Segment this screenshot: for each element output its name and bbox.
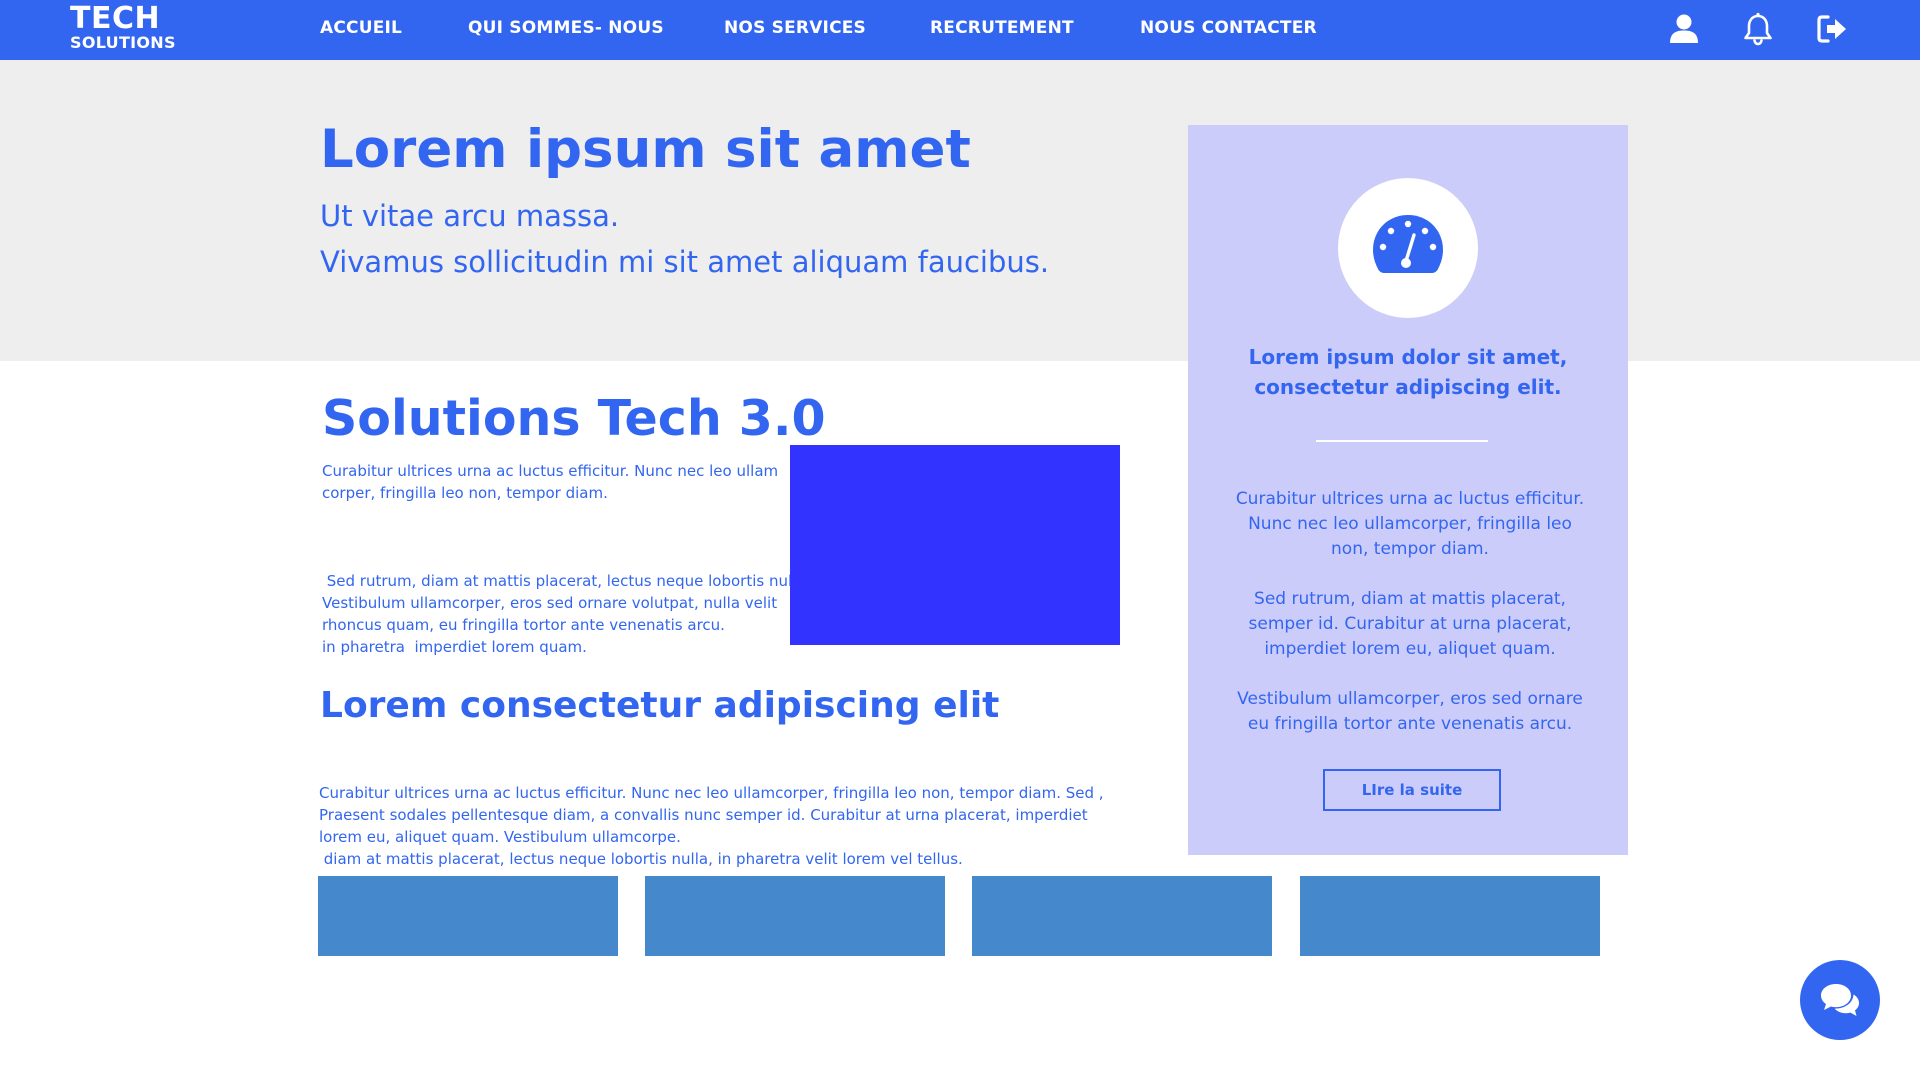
paragraph-line: Curabitur ultrices urna ac luctus effici… bbox=[319, 784, 1104, 802]
card-paragraph-line: Sed rutrum, diam at mattis placerat, bbox=[1254, 589, 1566, 609]
paragraph-line: Curabitur ultrices urna ac luctus effici… bbox=[322, 462, 779, 480]
card-paragraph-line: eu fringilla tortor ante venenatis arcu. bbox=[1247, 714, 1573, 734]
paragraph-line: diam at mattis placerat, lectus neque lo… bbox=[319, 850, 963, 868]
nav-item-recrutement[interactable]: RECRUTEMENT bbox=[930, 18, 1074, 38]
nav-item-nous-contacter[interactable]: NOUS CONTACTER bbox=[1140, 18, 1317, 38]
nav-item-accueil[interactable]: ACCUEIL bbox=[320, 18, 402, 38]
paragraph-line: in pharetra imperdiet lorem quam. bbox=[322, 638, 587, 656]
feature-tile[interactable] bbox=[1300, 876, 1600, 956]
hero-title: Lorem ipsum sit amet bbox=[320, 119, 971, 180]
hero-subtitle: Ut vitae arcu massa. Vivamus sollicitudi… bbox=[320, 193, 1049, 285]
logo-title: TECH bbox=[70, 1, 161, 36]
card-paragraph: Sed rutrum, diam at mattis placerat, sem… bbox=[1228, 587, 1592, 662]
card-paragraph-line: Vestibulum ullamcorper, eros sed ornare bbox=[1237, 689, 1583, 709]
sign-out-icon[interactable] bbox=[1814, 11, 1850, 47]
card-paragraph: Curabitur ultrices urna ac luctus effici… bbox=[1228, 487, 1592, 562]
comments-icon bbox=[1821, 984, 1859, 1016]
intro-paragraph: Vestibulum ullamcorper, eros sed ornare … bbox=[322, 592, 777, 636]
paragraph-line: rhoncus quam, eu fringilla tortor ante v… bbox=[322, 616, 725, 634]
feature-tile[interactable] bbox=[972, 876, 1272, 956]
logo[interactable]: TECH SOLUTIONS bbox=[70, 4, 176, 52]
card-divider bbox=[1316, 440, 1488, 442]
user-icon[interactable] bbox=[1666, 11, 1702, 47]
intro-paragraph: Curabitur ultrices urna ac luctus effici… bbox=[322, 460, 778, 504]
card-paragraph-line: semper id. Curabitur at urna placerat, bbox=[1248, 614, 1572, 634]
nav-item-qui-sommes-nous[interactable]: QUI SOMMES- NOUS bbox=[468, 18, 664, 38]
paragraph-line: Sed rutrum, diam at mattis placerat, lec… bbox=[322, 572, 811, 590]
section-subtitle: Lorem consectetur adipiscing elit bbox=[320, 685, 1000, 726]
card-heading-line: Lorem ipsum dolor sit amet, bbox=[1248, 345, 1568, 369]
paragraph-line: lorem eu, aliquet quam. Vestibulum ullam… bbox=[319, 828, 681, 846]
bell-icon[interactable] bbox=[1740, 11, 1776, 47]
card-paragraph-line: non, tempor diam. bbox=[1331, 539, 1489, 559]
card-heading-line: consectetur adipiscing elit. bbox=[1254, 375, 1562, 399]
card-paragraph-line: Curabitur ultrices urna ac luctus effici… bbox=[1235, 489, 1585, 509]
top-navbar: TECH SOLUTIONS ACCUEIL QUI SOMMES- NOUS … bbox=[0, 0, 1920, 60]
card-paragraph-line: imperdiet lorem eu, aliquet quam. bbox=[1264, 639, 1556, 659]
logo-subtitle: SOLUTIONS bbox=[70, 33, 176, 52]
hero-subtitle-line: Vivamus sollicitudin mi sit amet aliquam… bbox=[320, 245, 1050, 279]
paragraph-line: corper, fringilla leo non, tempor diam. bbox=[322, 484, 608, 502]
chat-button[interactable] bbox=[1800, 960, 1880, 1040]
feature-tile[interactable] bbox=[318, 876, 618, 956]
section-title: Solutions Tech 3.0 bbox=[322, 390, 826, 447]
nav-item-nos-services[interactable]: NOS SERVICES bbox=[724, 18, 866, 38]
hero-subtitle-line: Ut vitae arcu massa. bbox=[320, 199, 620, 233]
paragraph-line: Vestibulum ullamcorper, eros sed ornare … bbox=[322, 594, 778, 612]
body-paragraph: Praesent sodales pellentesque diam, a co… bbox=[319, 804, 1088, 848]
media-placeholder bbox=[790, 445, 1120, 645]
paragraph-line: Praesent sodales pellentesque diam, a co… bbox=[319, 806, 1088, 824]
feature-tile[interactable] bbox=[645, 876, 945, 956]
card-heading: Lorem ipsum dolor sit amet, consectetur … bbox=[1188, 342, 1628, 402]
card-icon-circle bbox=[1338, 178, 1478, 318]
tachometer-icon bbox=[1373, 215, 1443, 273]
info-card: Lorem ipsum dolor sit amet, consectetur … bbox=[1188, 125, 1628, 855]
card-paragraph-line: Nunc nec leo ullamcorper, fringilla leo bbox=[1248, 514, 1572, 534]
card-paragraph: Vestibulum ullamcorper, eros sed ornare … bbox=[1228, 687, 1592, 737]
read-more-button[interactable]: LIre la suite bbox=[1323, 769, 1501, 811]
